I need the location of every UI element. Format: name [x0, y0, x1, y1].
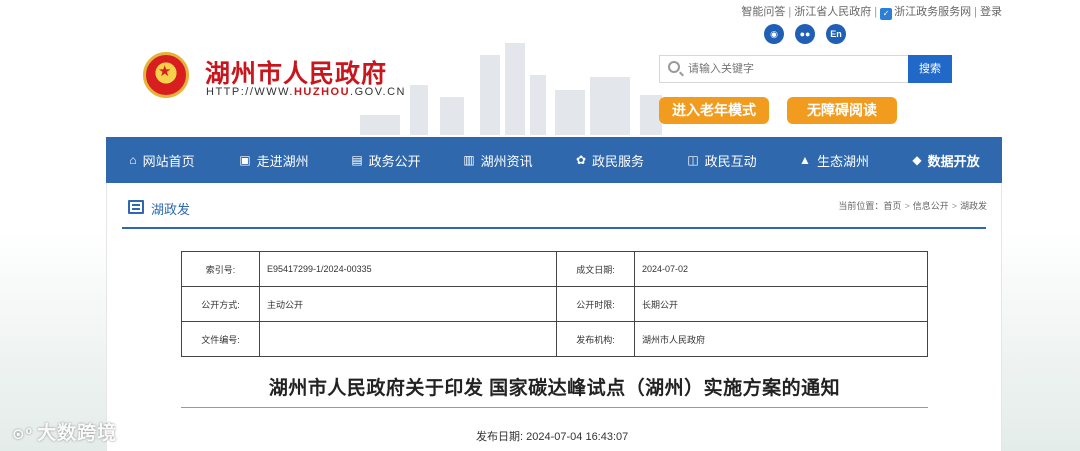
- nav-item-gov-disclosure[interactable]: ▤ 政务公开: [330, 137, 442, 183]
- publish-date-label: 发布日期:: [476, 431, 524, 443]
- watermark-logo-icon: ⊙⁰: [12, 426, 34, 443]
- table-row: 文件编号: 发布机构: 湖州市人民政府: [181, 321, 928, 357]
- table-row: 索引号: E95417299-1/2024-00335 成文日期: 2024-0…: [181, 251, 928, 287]
- disclosure-method-label: 公开方式:: [181, 286, 260, 322]
- breadcrumb-home[interactable]: 首页: [883, 201, 901, 211]
- weibo-icon[interactable]: ◉: [764, 24, 784, 44]
- nav-item-label: 数据开放: [927, 153, 980, 169]
- publish-date: 发布日期: 2024-07-04 16:43:07: [476, 428, 628, 444]
- image-icon: ▣: [239, 153, 251, 167]
- index-number-label: 索引号:: [181, 251, 260, 287]
- watermark: ⊙⁰ 大数跨境: [12, 418, 117, 445]
- login-link[interactable]: 登录: [980, 6, 1002, 18]
- main-nav: ⌂ 网站首页 ▣ 走进湖州 ▤ 政务公开 ▥ 湖州资讯 ✿ 政民服务 ◫ 政民互动 ▲ 生态湖…: [106, 137, 1002, 183]
- category-label: 湖政发: [151, 202, 191, 217]
- nav-item-about-huzhou[interactable]: ▣ 走进湖州: [218, 137, 330, 183]
- service-icon: ✿: [575, 153, 587, 167]
- nav-item-interaction[interactable]: ◫ 政民互动: [666, 137, 778, 183]
- link-separator: |: [874, 6, 878, 18]
- watermark-text: 大数跨境: [37, 423, 118, 444]
- nav-item-label: 政民服务: [592, 153, 645, 169]
- english-button[interactable]: En: [826, 24, 846, 44]
- nav-item-label: 政务公开: [368, 153, 421, 169]
- nav-item-label: 走进湖州: [256, 153, 309, 169]
- title-divider: [181, 407, 928, 408]
- written-date-label: 成文日期:: [556, 251, 635, 287]
- section-divider: [122, 227, 986, 229]
- breadcrumb-prefix: 当前位置：: [838, 201, 884, 211]
- site-url-prefix: HTTP://WWW.: [206, 86, 294, 98]
- interaction-icon: ◫: [687, 153, 699, 167]
- qa-link[interactable]: 智能问答: [741, 6, 785, 18]
- link-separator: |: [788, 6, 792, 18]
- disclosure-period-label: 公开时限:: [556, 286, 635, 322]
- zj-service-link[interactable]: 浙江政务服务网: [894, 6, 971, 18]
- category-icon: [128, 200, 144, 214]
- document-info-table: 索引号: E95417299-1/2024-00335 成文日期: 2024-0…: [181, 251, 928, 357]
- data-icon: ◆: [912, 153, 922, 167]
- document-icon: ▤: [351, 153, 363, 167]
- social-links: ◉ ●● En: [764, 24, 846, 44]
- search-box: [659, 55, 909, 83]
- breadcrumb: 当前位置：首页 > 信息公开 > 湖政发: [838, 199, 987, 212]
- nav-item-label: 政民互动: [704, 153, 757, 169]
- document-title: 湖州市人民政府关于印发 国家碳达峰试点（湖州）实施方案的通知: [268, 378, 841, 399]
- publish-date-value: 2024-07-04 16:43:07: [526, 431, 629, 443]
- home-icon: ⌂: [129, 153, 137, 167]
- news-icon: ▥: [463, 153, 475, 167]
- mountain-icon: ▲: [799, 153, 811, 167]
- index-number-value: E95417299-1/2024-00335: [259, 251, 557, 287]
- file-number-label: 文件编号:: [181, 321, 260, 357]
- nav-item-label: 湖州资讯: [480, 153, 533, 169]
- table-row: 公开方式: 主动公开 公开时限: 长期公开: [181, 286, 928, 322]
- breadcrumb-section[interactable]: 信息公开: [913, 201, 949, 211]
- nav-item-ecology[interactable]: ▲ 生态湖州: [778, 137, 890, 183]
- nav-item-label: 生态湖州: [816, 153, 869, 169]
- nav-item-home[interactable]: ⌂ 网站首页: [106, 137, 218, 183]
- link-separator: |: [974, 6, 977, 18]
- national-emblem-icon: [143, 52, 189, 98]
- elder-mode-button[interactable]: 进入老年模式: [659, 97, 769, 124]
- nav-item-news[interactable]: ▥ 湖州资讯: [442, 137, 554, 183]
- nav-item-label: 网站首页: [142, 153, 195, 169]
- disclosure-period-value: 长期公开: [634, 286, 928, 322]
- accessible-reading-button[interactable]: 无障碍阅读: [787, 97, 897, 124]
- chevron-right-icon: >: [904, 201, 910, 211]
- written-date-value: 2024-07-02: [634, 251, 928, 287]
- disclosure-method-value: 主动公开: [259, 286, 557, 322]
- province-gov-link[interactable]: 浙江省人民政府: [794, 6, 871, 18]
- search-input[interactable]: [688, 59, 898, 79]
- breadcrumb-current[interactable]: 湖政发: [960, 201, 987, 211]
- search-icon: [668, 61, 680, 73]
- top-utility-links: 智能问答 | 浙江省人民政府 | ✓ 浙江政务服务网 | 登录: [741, 3, 1002, 20]
- file-number-value: [259, 321, 557, 357]
- zj-service-icon: ✓: [880, 8, 893, 20]
- chevron-right-icon: >: [951, 201, 957, 211]
- search-button[interactable]: 搜索: [908, 55, 952, 83]
- nav-item-services[interactable]: ✿ 政民服务: [554, 137, 666, 183]
- issuing-agency-label: 发布机构:: [556, 321, 635, 357]
- nav-item-open-data[interactable]: ◆ 数据开放: [890, 137, 1002, 183]
- issuing-agency-value: 湖州市人民政府: [634, 321, 928, 357]
- wechat-icon[interactable]: ●●: [795, 24, 815, 44]
